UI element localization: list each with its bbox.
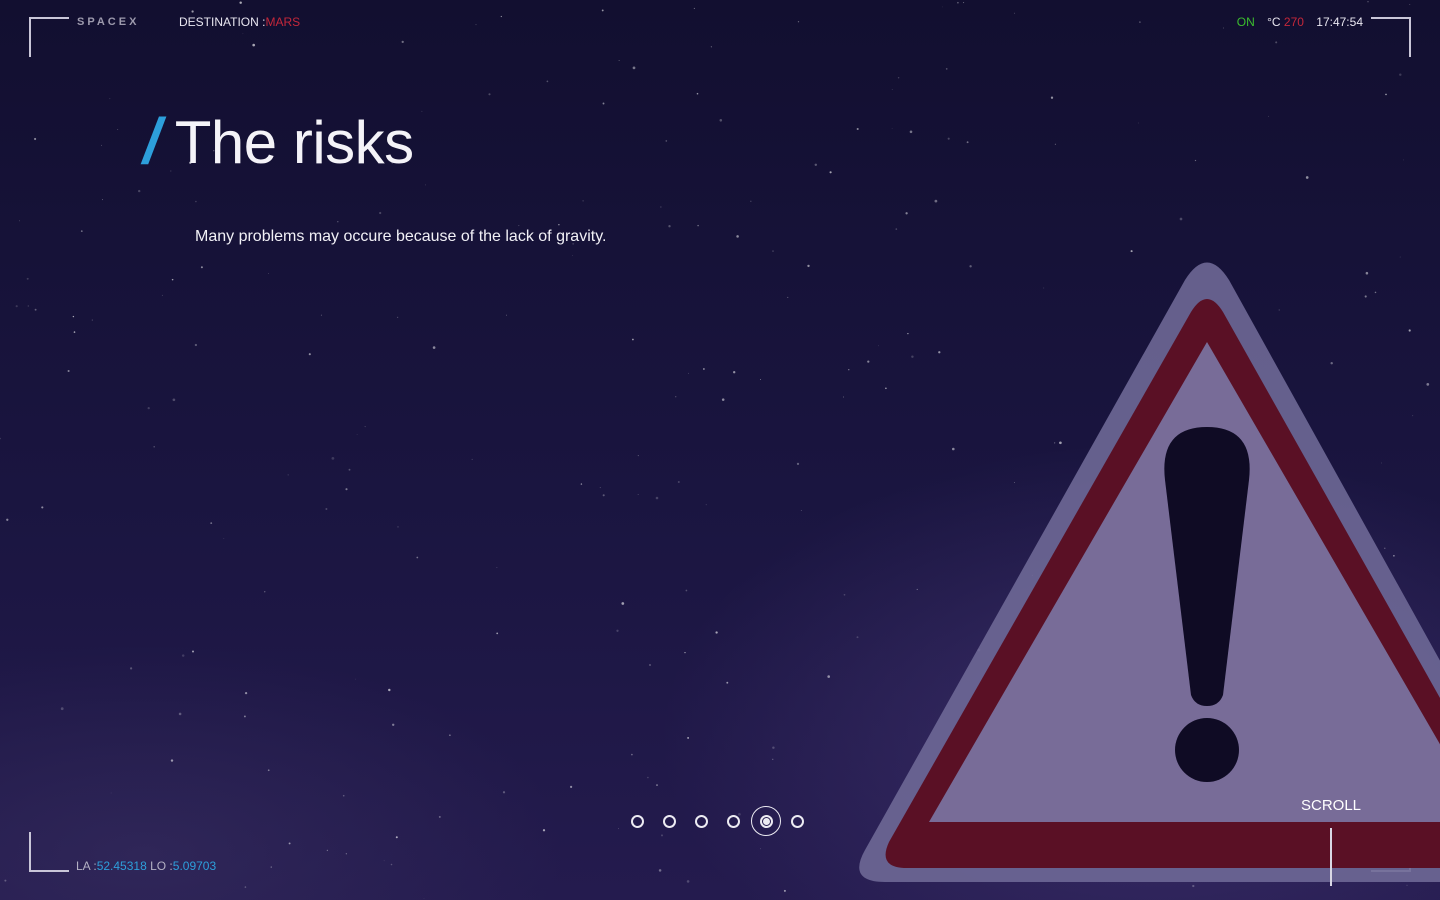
destination-label: DESTINATION : bbox=[179, 15, 266, 29]
frame-corner-bottom-left bbox=[29, 832, 69, 872]
pager-dot-active[interactable] bbox=[751, 806, 781, 836]
pager-dot[interactable] bbox=[631, 814, 644, 828]
frame-corner-top-left bbox=[29, 17, 69, 57]
slide-pager bbox=[631, 806, 823, 836]
longitude-value: 5.09703 bbox=[172, 859, 217, 873]
pager-dot[interactable] bbox=[791, 814, 804, 828]
pager-dot[interactable] bbox=[695, 814, 708, 828]
temperature-value: 270 bbox=[1283, 15, 1304, 29]
scroll-button[interactable]: SCROLL bbox=[1301, 797, 1361, 814]
title-slash: / bbox=[143, 105, 161, 177]
clock: 17:47:54 bbox=[1316, 15, 1363, 29]
section-description: Many problems may occure because of the … bbox=[195, 228, 607, 245]
power-status: ON bbox=[1236, 15, 1255, 29]
warning-triangle-icon bbox=[859, 262, 1440, 882]
page-title: The risks bbox=[174, 109, 414, 176]
destination-value: MARS bbox=[265, 15, 301, 29]
latitude-label: LA : bbox=[76, 859, 97, 873]
latitude-value: 52.45318 bbox=[96, 859, 147, 873]
destination-readout: DESTINATION :MARS bbox=[179, 15, 300, 29]
coordinates-readout: LA :52.45318 LO :5.09703 bbox=[76, 859, 216, 873]
scroll-indicator-line bbox=[1330, 828, 1332, 886]
exclamation-dot bbox=[1175, 718, 1239, 782]
brand-logo[interactable]: SPACEX bbox=[77, 16, 139, 28]
temperature-unit: °C bbox=[1267, 15, 1281, 29]
section-heading: / The risks bbox=[143, 104, 414, 178]
pager-dot[interactable] bbox=[727, 814, 740, 828]
status-readout: ON °C 270 17:47:54 bbox=[1237, 15, 1363, 29]
longitude-label: LO : bbox=[150, 859, 173, 873]
mission-screen: SPACEX DESTINATION :MARS ON °C 270 17:47… bbox=[0, 0, 1440, 900]
pager-dot[interactable] bbox=[663, 814, 676, 828]
frame-corner-top-right bbox=[1371, 17, 1411, 57]
